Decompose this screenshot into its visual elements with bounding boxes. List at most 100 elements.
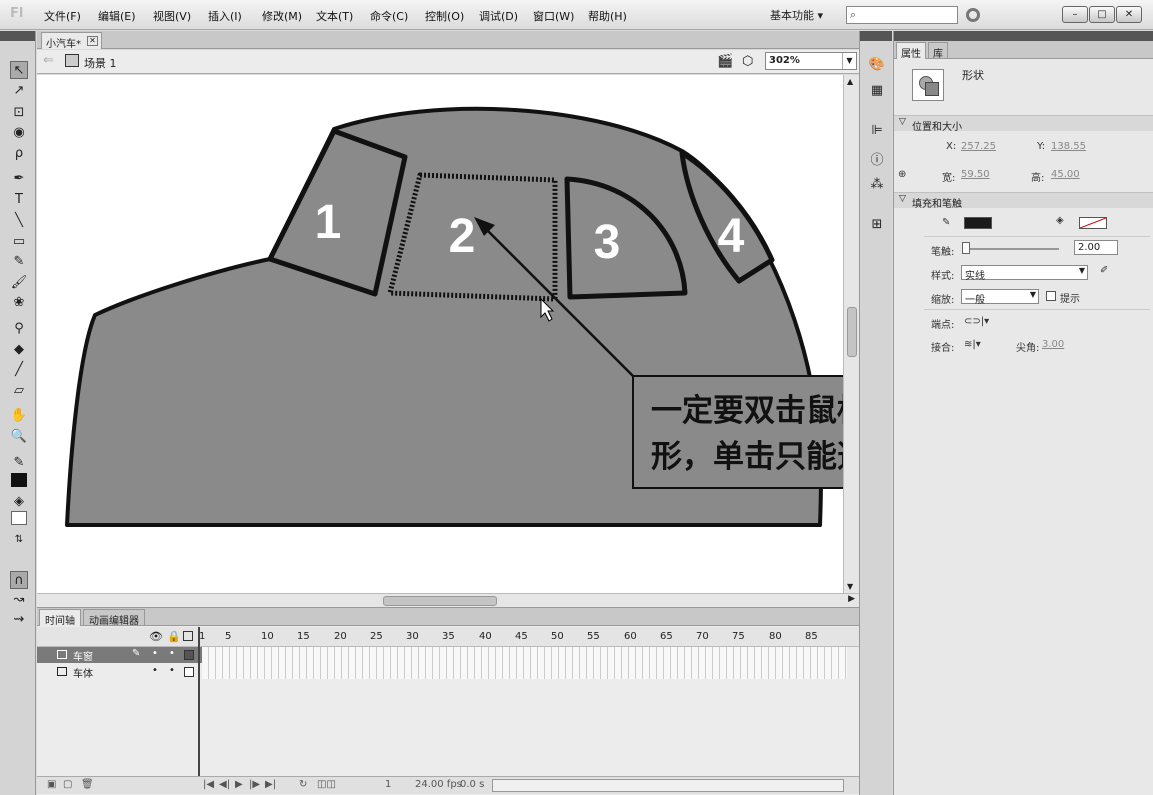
menu-commands[interactable]: 命令(C) xyxy=(370,8,408,24)
panel-grip[interactable] xyxy=(860,31,892,41)
outline-toggle[interactable] xyxy=(184,667,194,677)
horizontal-scroll-thumb[interactable] xyxy=(383,596,497,606)
cap-style-select[interactable]: ⊂⊃|▾ xyxy=(964,316,989,327)
stroke-width-slider-handle[interactable] xyxy=(962,242,970,254)
stroke-color-swatch[interactable] xyxy=(964,217,992,229)
scale-select[interactable]: 一般 ▼ xyxy=(961,289,1039,306)
components-panel-icon[interactable]: ⊞ xyxy=(868,217,886,233)
search-input[interactable]: ⌕ xyxy=(846,6,958,24)
deco-tool-icon[interactable]: ❀ xyxy=(10,294,28,312)
align-panel-icon[interactable]: ⊫ xyxy=(868,123,886,139)
lock-icon[interactable]: 🔒 xyxy=(167,630,181,643)
minimize-button[interactable]: – xyxy=(1062,6,1088,23)
lock-dot[interactable]: • xyxy=(169,665,175,676)
first-frame-icon[interactable]: |◀ xyxy=(203,779,214,790)
tab-library[interactable]: 库 xyxy=(928,42,948,60)
scroll-up-icon[interactable]: ▲ xyxy=(847,77,853,86)
edit-symbol-icon[interactable]: ⬡ xyxy=(742,54,753,69)
fill-color-swatch[interactable] xyxy=(11,511,27,525)
eyedropper-tool-icon[interactable]: ╱ xyxy=(10,361,28,379)
scroll-down-icon[interactable]: ▼ xyxy=(847,582,853,591)
stroke-color-icon[interactable]: ✎ xyxy=(10,454,28,472)
tab-properties[interactable]: 属性 xyxy=(896,42,926,60)
car-drawing[interactable]: 1 2 3 4 一定要双击鼠标才能全选整个图 形，单击只能选择其中某条线段 xyxy=(37,75,843,593)
info-panel-icon[interactable]: ⓘ xyxy=(868,149,886,168)
scroll-right-icon[interactable]: ▶ xyxy=(848,594,855,604)
menu-debug[interactable]: 调试(D) xyxy=(479,8,518,24)
timeline-horizontal-scrollbar[interactable] xyxy=(492,779,844,792)
width-value[interactable]: 59.50 xyxy=(961,169,990,180)
transform-panel-icon[interactable]: ⁂ xyxy=(868,177,886,193)
link-dimensions-icon[interactable]: ⊕ xyxy=(898,169,906,180)
menu-help[interactable]: 帮助(H) xyxy=(588,8,627,24)
color-panel-icon[interactable]: 🎨 xyxy=(868,57,886,73)
height-value[interactable]: 45.00 xyxy=(1051,169,1080,180)
stage-canvas[interactable]: 1 2 3 4 一定要双击鼠标才能全选整个图 形，单击只能选择其中某条线段 xyxy=(37,75,843,593)
chevron-down-icon[interactable]: ▼ xyxy=(842,53,856,69)
scene-label[interactable]: 场景 1 xyxy=(84,55,117,71)
outline-icon[interactable] xyxy=(183,631,193,641)
paint-bucket-tool-icon[interactable]: ◆ xyxy=(10,341,28,359)
stroke-width-slider[interactable] xyxy=(964,248,1059,250)
rectangle-tool-icon[interactable]: ▭ xyxy=(10,233,28,251)
vertical-scroll-thumb[interactable] xyxy=(847,307,857,357)
close-button[interactable]: ✕ xyxy=(1116,6,1142,23)
frames-grid[interactable] xyxy=(202,647,847,679)
menu-file[interactable]: 文件(F) xyxy=(44,8,81,24)
sync-icon[interactable] xyxy=(966,8,980,22)
hand-tool-icon[interactable]: ✋ xyxy=(10,407,28,425)
straighten-icon[interactable]: ⇝ xyxy=(10,611,28,629)
visibility-dot[interactable]: • xyxy=(152,665,158,676)
stage-vertical-scrollbar[interactable]: ▲ ▼ xyxy=(843,75,859,593)
bone-tool-icon[interactable]: ⚲ xyxy=(10,320,28,338)
fill-color-swatch[interactable] xyxy=(1079,217,1107,229)
document-tab[interactable]: 小汽车* ✕ xyxy=(41,32,102,50)
swatches-panel-icon[interactable]: ▦ xyxy=(868,83,886,99)
new-folder-icon[interactable]: ▢ xyxy=(63,779,72,790)
onion-skin-icon[interactable]: ◫◫ xyxy=(317,779,336,790)
panel-grip[interactable] xyxy=(894,31,1153,41)
playhead[interactable] xyxy=(198,627,200,777)
maximize-button[interactable]: □ xyxy=(1089,6,1115,23)
back-arrow-icon[interactable]: ⇐ xyxy=(43,53,54,68)
layer-row-windows[interactable]: 车窗 ✎ • • xyxy=(37,647,202,663)
brush-tool-icon[interactable]: 🖌 xyxy=(10,274,28,292)
pencil-tool-icon[interactable]: ✎ xyxy=(10,253,28,271)
edit-scene-icon[interactable]: 🎬 xyxy=(717,54,733,69)
new-layer-icon[interactable]: ▣ xyxy=(47,779,56,790)
stroke-color-swatch[interactable] xyxy=(11,473,27,487)
snap-magnet-icon[interactable]: ∩ xyxy=(10,571,28,589)
last-frame-icon[interactable]: ▶| xyxy=(265,779,276,790)
line-tool-icon[interactable]: ╲ xyxy=(10,212,28,230)
zoom-select[interactable]: 302% ▼ xyxy=(765,52,857,70)
hint-checkbox[interactable] xyxy=(1046,291,1056,301)
miter-value[interactable]: 3.00 xyxy=(1042,339,1064,350)
loop-icon[interactable]: ↻ xyxy=(299,779,307,790)
eraser-tool-icon[interactable]: ▱ xyxy=(10,382,28,400)
frame-rate[interactable]: 24.00 fps xyxy=(415,779,462,790)
play-icon[interactable]: ▶ xyxy=(235,779,243,790)
subselection-tool-icon[interactable]: ↗ xyxy=(10,82,28,100)
next-frame-icon[interactable]: |▶ xyxy=(249,779,260,790)
stroke-width-input[interactable]: 2.00 xyxy=(1074,240,1118,255)
lasso-tool-icon[interactable]: ρ xyxy=(10,145,28,163)
zoom-tool-icon[interactable]: 🔍 xyxy=(10,428,28,446)
close-tab-icon[interactable]: ✕ xyxy=(87,36,98,46)
menu-view[interactable]: 视图(V) xyxy=(153,8,191,24)
delete-layer-icon[interactable]: 🗑 xyxy=(81,779,94,790)
tab-motion-editor[interactable]: 动画编辑器 xyxy=(83,609,145,627)
stroke-style-select[interactable]: 实线 ▼ xyxy=(961,265,1088,282)
workspace-switcher[interactable]: 基本功能 ▾ xyxy=(770,7,823,23)
3d-rotation-tool-icon[interactable]: ◉ xyxy=(10,124,28,142)
selection-tool-icon[interactable]: ↖ xyxy=(10,61,28,79)
position-size-section[interactable]: 位置和大小 xyxy=(894,115,1153,133)
fill-stroke-section[interactable]: 填充和笔触 xyxy=(894,192,1153,210)
visibility-dot[interactable]: • xyxy=(152,648,158,659)
menu-text[interactable]: 文本(T) xyxy=(316,8,353,24)
fill-color-icon[interactable]: ◈ xyxy=(10,493,28,511)
edit-stroke-style-icon[interactable]: ✐ xyxy=(1100,265,1108,276)
tab-timeline[interactable]: 时间轴 xyxy=(39,609,81,627)
menu-window[interactable]: 窗口(W) xyxy=(533,8,574,24)
smooth-icon[interactable]: ↝ xyxy=(10,591,28,609)
pen-tool-icon[interactable]: ✒ xyxy=(10,170,28,188)
